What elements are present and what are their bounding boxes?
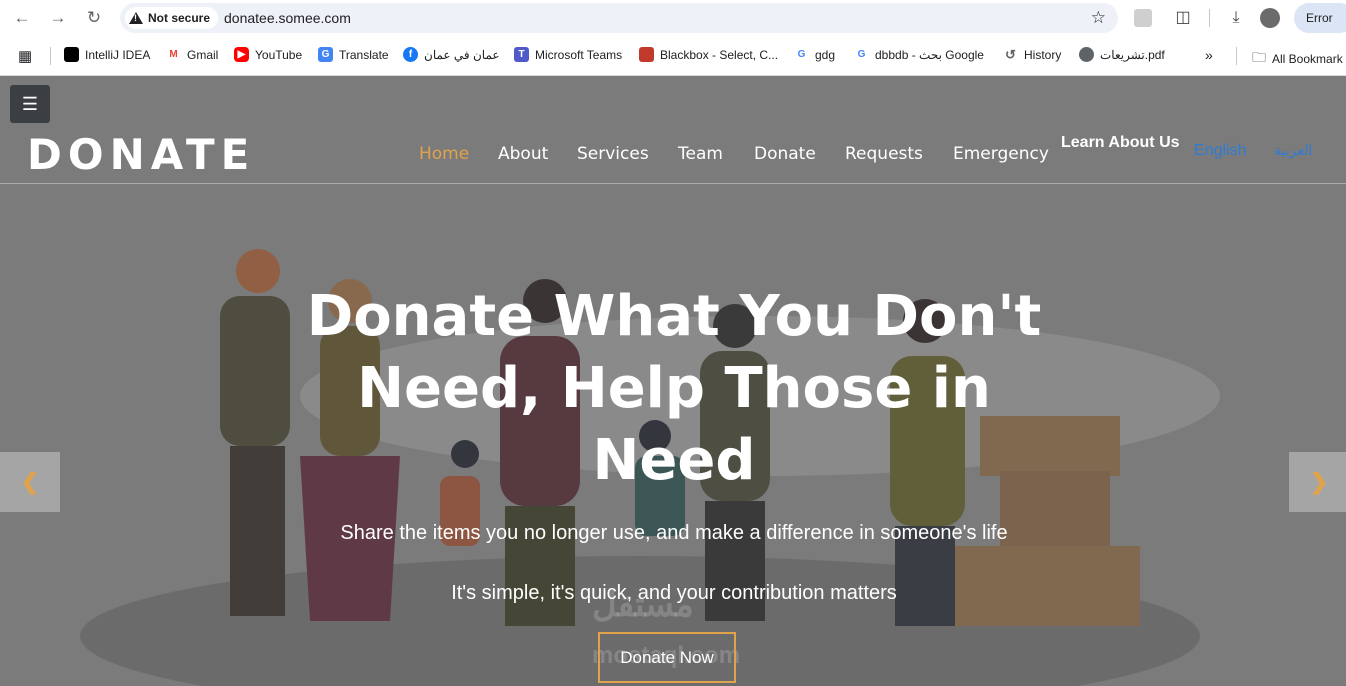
learn-about-link[interactable]: Learn About Us (1061, 134, 1180, 152)
hero-subtitle: Share the items you no longer use, and m… (340, 522, 1008, 544)
blackbox-icon (639, 47, 654, 62)
browser-toolbar: ← → ↻ Not secure donatee.somee.com ☆ ◫ ⤓… (0, 0, 1346, 36)
menu-toggle-button[interactable]: ☰ (10, 85, 50, 123)
facebook-icon: f (403, 47, 418, 62)
profile-avatar-icon[interactable] (1260, 8, 1280, 28)
bookmark-item[interactable]: f عمان في عمان (403, 47, 500, 62)
bookmark-item[interactable]: M Gmail (166, 47, 218, 62)
translate-icon: G (318, 47, 333, 62)
watermark-arabic: مستقل (592, 586, 694, 624)
bookmarks-divider (50, 47, 51, 65)
bookmark-item[interactable]: Ggdg (794, 47, 835, 62)
chevron-left-icon: ❮ (20, 469, 40, 494)
bookmark-star-icon[interactable]: ☆ (1091, 8, 1106, 28)
puzzle-extensions-icon[interactable]: ◫ (1171, 6, 1195, 30)
nav-emergency[interactable]: Emergency (953, 144, 1049, 164)
bookmark-item[interactable]: ↺ History (1003, 47, 1061, 62)
error-label: Error (1306, 11, 1333, 25)
nav-home[interactable]: Home (419, 144, 469, 164)
download-icon[interactable]: ⤓ (1224, 6, 1248, 30)
nav-requests[interactable]: Requests (845, 144, 923, 164)
warning-icon (129, 12, 143, 24)
bookmarks-divider (1236, 47, 1237, 65)
globe-icon (1079, 47, 1094, 62)
reload-icon[interactable]: ↻ (82, 6, 106, 30)
carousel-next-button[interactable]: ❯ (1289, 452, 1346, 512)
bookmarks-overflow-button[interactable]: » (1205, 47, 1213, 63)
language-english-link[interactable]: English (1194, 142, 1246, 160)
back-arrow-icon[interactable]: ← (10, 6, 34, 30)
nav-about[interactable]: About (498, 144, 548, 164)
bookmark-item[interactable]: ▶ YouTube (234, 47, 302, 62)
history-icon: ↺ (1003, 47, 1018, 62)
toolbar-divider (1209, 9, 1210, 27)
bookmark-item[interactable]: Gdbbdb - بحث Google (854, 47, 984, 62)
bookmark-item[interactable]: IntelliJ IDEA (64, 47, 150, 62)
bookmarks-bar: ▦ IntelliJ IDEA M Gmail ▶ YouTube G Transla… (0, 36, 1346, 76)
donate-now-button[interactable]: Donate Now (598, 632, 736, 683)
folder-icon: 🗀 (1252, 49, 1266, 65)
security-chip[interactable]: Not secure (125, 7, 219, 29)
hamburger-icon: ☰ (21, 94, 39, 114)
chevron-right-icon: ❯ (1309, 469, 1329, 494)
url-text[interactable]: donatee.somee.com (224, 10, 351, 26)
all-bookmarks-button[interactable]: 🗀 All Bookmark (1252, 47, 1343, 71)
nav-services[interactable]: Services (577, 144, 649, 164)
intellij-icon (64, 47, 79, 62)
site-brand[interactable]: DONATE (27, 130, 255, 179)
hero-title: Donate What You Don't Need, Help Those i… (306, 284, 1042, 493)
bookmark-item[interactable]: Blackbox - Select, C... (639, 47, 778, 62)
address-bar[interactable]: Not secure donatee.somee.com ☆ (120, 3, 1118, 33)
nav-team[interactable]: Team (678, 144, 723, 164)
bookmark-item[interactable]: G Translate (318, 47, 389, 62)
teams-icon: T (514, 47, 529, 62)
google-icon: G (854, 47, 869, 62)
error-chip[interactable]: Error (1294, 3, 1346, 33)
nav-divider (0, 183, 1346, 184)
bookmark-item[interactable]: تشريعات.pdf (1079, 47, 1165, 62)
bookmark-item[interactable]: T Microsoft Teams (514, 47, 622, 62)
nav-donate[interactable]: Donate (754, 144, 816, 164)
google-icon: G (794, 47, 809, 62)
security-label: Not secure (148, 11, 211, 25)
gmail-icon: M (166, 47, 181, 62)
extension-avatar-icon[interactable] (1134, 9, 1152, 27)
forward-arrow-icon[interactable]: → (46, 6, 70, 30)
apps-grid-icon[interactable]: ▦ (18, 47, 32, 65)
carousel-prev-button[interactable]: ❮ (0, 452, 60, 512)
language-arabic-link[interactable]: العربية (1274, 142, 1312, 159)
web-page: ☰ DONATE Home About Services Team Donate… (0, 76, 1346, 686)
youtube-icon: ▶ (234, 47, 249, 62)
